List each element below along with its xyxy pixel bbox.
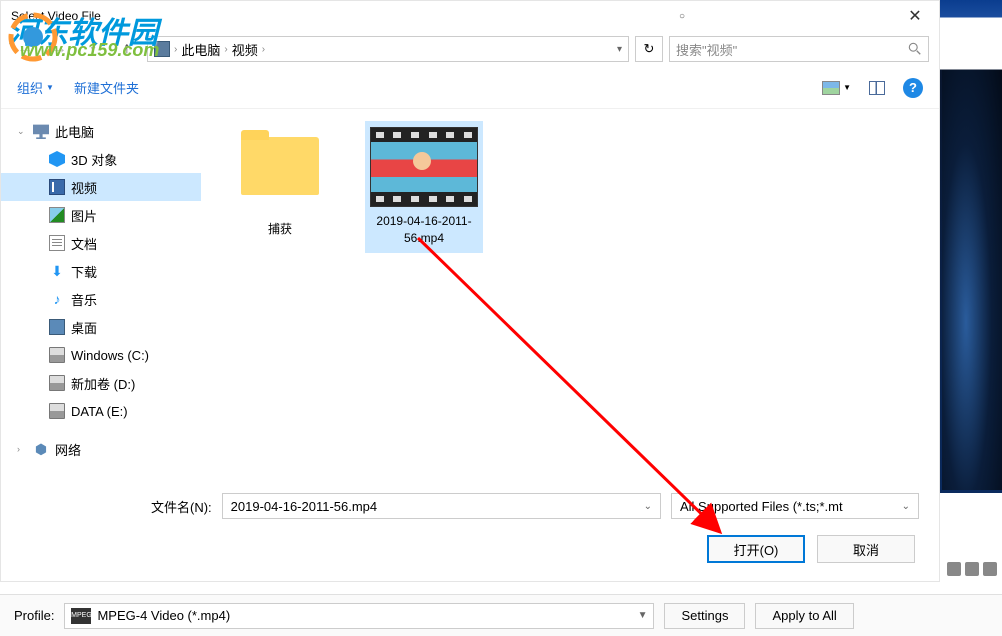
close-button[interactable]: ✕ [895, 6, 935, 26]
organize-menu[interactable]: 组织 ▼ [17, 78, 54, 97]
sidebar-item-this-pc[interactable]: ⌄此电脑 [1, 117, 201, 145]
picture-icon [49, 207, 65, 223]
pc-icon [154, 41, 170, 57]
desktop-icon [49, 319, 65, 335]
folder-icon [241, 137, 319, 195]
refresh-button[interactable]: ↻ [635, 36, 663, 62]
drive-icon [49, 375, 65, 391]
search-placeholder: 搜索"视频" [676, 40, 737, 59]
file-type-filter[interactable]: All Supported Files (*.ts;*.mt ⌄ [671, 493, 919, 519]
sidebar-item-drive-d[interactable]: 新加卷 (D:) [1, 369, 201, 397]
drive-icon [49, 347, 65, 363]
drive-icon [49, 403, 65, 419]
video-icon [49, 179, 65, 195]
sidebar-tree: ⌄此电脑 3D 对象 视频 图片 文档 ⬇下载 ♪音乐 桌面 Windows (… [1, 109, 201, 479]
filename-input[interactable]: 2019-04-16-2011-56.mp4 ⌄ [222, 493, 661, 519]
sidebar-item-pictures[interactable]: 图片 [1, 201, 201, 229]
nav-forward-button[interactable]: → [45, 35, 73, 63]
navigation-row: ← → ▾ ↑ › 此电脑 › 视频 › ▾ ↻ 搜索"视频" [1, 31, 939, 67]
chevron-down-icon: ▼ [638, 610, 648, 621]
pc-icon [33, 123, 49, 139]
breadcrumb[interactable]: › 此电脑 › 视频 › ▾ [147, 36, 629, 62]
breadcrumb-root[interactable]: 此电脑 [181, 40, 220, 59]
video-file-item[interactable]: 2019-04-16-2011-56.mp4 [365, 121, 483, 253]
cube-icon [49, 151, 65, 167]
sidebar-item-videos[interactable]: 视频 [1, 173, 201, 201]
chevron-right-icon: › [174, 44, 177, 55]
chevron-right-icon: › [224, 44, 227, 55]
sidebar-item-desktop[interactable]: 桌面 [1, 313, 201, 341]
chevron-down-icon[interactable]: ▾ [617, 44, 622, 55]
settings-button[interactable]: Settings [664, 603, 745, 629]
preview-pane-button[interactable] [869, 81, 885, 95]
dialog-bottom: 文件名(N): 2019-04-16-2011-56.mp4 ⌄ All Sup… [1, 479, 939, 581]
chevron-down-icon: ⌄ [644, 501, 652, 512]
video-filename: 2019-04-16-2011-56.mp4 [367, 213, 481, 247]
profile-selector[interactable]: MPEG MPEG-4 Video (*.mp4) ▼ [64, 603, 654, 629]
chevron-down-icon: ▼ [843, 83, 851, 92]
nav-history-button[interactable]: ▾ [79, 35, 107, 63]
toolbar: 组织 ▼ 新建文件夹 ▼ ? [1, 67, 939, 109]
sidebar-item-3d[interactable]: 3D 对象 [1, 145, 201, 173]
titlebar: Select Video File ○ ✕ [1, 1, 939, 31]
folder-item[interactable]: 捕获 [221, 121, 339, 244]
sidebar-item-network[interactable]: ›⬢网络 [1, 435, 201, 463]
nav-up-button[interactable]: ↑ [113, 35, 141, 63]
sidebar-item-music[interactable]: ♪音乐 [1, 285, 201, 313]
main-area: ⌄此电脑 3D 对象 视频 图片 文档 ⬇下载 ♪音乐 桌面 Windows (… [1, 109, 939, 479]
mpeg-icon: MPEG [71, 608, 91, 624]
open-button[interactable]: 打开(O) [707, 535, 805, 563]
new-folder-button[interactable]: 新建文件夹 [74, 78, 139, 97]
download-icon: ⬇ [49, 263, 65, 279]
chevron-right-icon: › [262, 44, 265, 55]
chevron-down-icon: ▼ [46, 83, 54, 92]
background-playback-controls [947, 562, 997, 576]
dialog-title: Select Video File [11, 9, 101, 23]
document-icon [49, 235, 65, 251]
apply-all-button[interactable]: Apply to All [755, 603, 853, 629]
nav-back-button[interactable]: ← [11, 35, 39, 63]
folder-name: 捕获 [268, 221, 292, 238]
video-thumbnail [370, 127, 478, 207]
network-icon: ⬢ [33, 441, 49, 457]
titlebar-marker-icon: ○ [679, 11, 685, 22]
view-mode-button[interactable]: ▼ [822, 81, 851, 95]
chevron-down-icon: ⌄ [902, 501, 910, 512]
cancel-button[interactable]: 取消 [817, 535, 915, 563]
music-icon: ♪ [49, 291, 65, 307]
file-list[interactable]: 捕获 2019-04-16-2011-56.mp4 [201, 109, 939, 479]
thumbnail-icon [822, 81, 840, 95]
profile-bar: Profile: MPEG MPEG-4 Video (*.mp4) ▼ Set… [0, 594, 1002, 636]
profile-label: Profile: [14, 608, 54, 623]
sidebar-item-drive-e[interactable]: DATA (E:) [1, 397, 201, 425]
search-input[interactable]: 搜索"视频" [669, 36, 929, 62]
search-icon [908, 42, 922, 56]
help-button[interactable]: ? [903, 78, 923, 98]
background-video-preview [942, 70, 1002, 490]
breadcrumb-folder[interactable]: 视频 [232, 40, 258, 59]
sidebar-item-drive-c[interactable]: Windows (C:) [1, 341, 201, 369]
filename-label: 文件名(N): [151, 497, 212, 516]
file-open-dialog: Select Video File ○ ✕ ← → ▾ ↑ › 此电脑 › 视频… [0, 0, 940, 582]
sidebar-item-documents[interactable]: 文档 [1, 229, 201, 257]
sidebar-item-downloads[interactable]: ⬇下载 [1, 257, 201, 285]
